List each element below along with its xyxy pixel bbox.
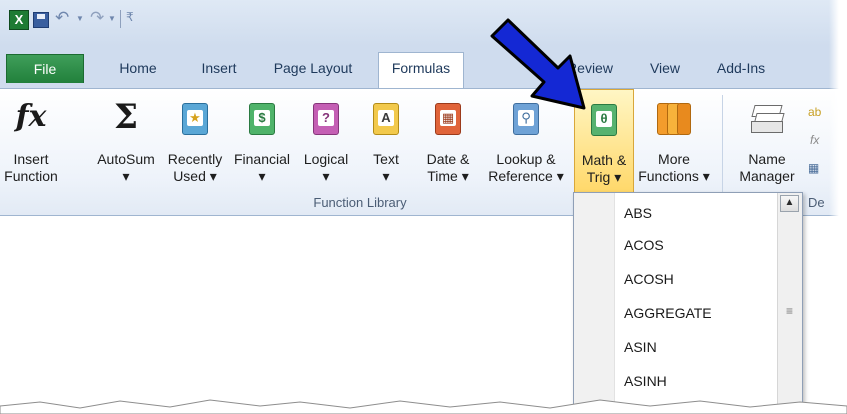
lookup-reference-label-2: Reference ▾ <box>488 168 564 184</box>
insert-function-label-1: Insert <box>13 151 49 167</box>
autosum-button[interactable]: Σ AutoSum ▾ <box>92 89 160 193</box>
text-label-2: ▾ <box>382 168 390 184</box>
tab-insert[interactable]: Insert <box>188 56 250 80</box>
more-functions-books-icon <box>657 103 691 135</box>
tab-add-ins[interactable]: Add-Ins <box>706 56 776 80</box>
autosum-label-2: ▾ <box>122 168 130 184</box>
create-from-selection-icon[interactable]: ▦ <box>808 161 819 175</box>
ribbon-tabs: File Home Insert Page Layout Formulas Re… <box>0 46 847 89</box>
autosum-label-1: AutoSum <box>97 151 155 167</box>
redo-icon[interactable]: ↷ <box>90 8 104 27</box>
excel-app-icon[interactable]: X <box>9 10 29 30</box>
recently-used-label-1: Recently <box>167 151 223 167</box>
lookup-reference-label-1: Lookup & <box>496 151 556 167</box>
function-item-acosh[interactable]: ACOSH <box>624 269 674 289</box>
insert-function-button[interactable]: fx Insert Function <box>0 89 62 193</box>
financial-label-1: Financial <box>233 151 291 167</box>
scroll-grip-icon[interactable]: ≡ <box>780 293 799 329</box>
sigma-icon: Σ <box>113 97 139 137</box>
dropdown-icon-gutter <box>574 193 615 414</box>
date-time-book-icon: ▦ <box>435 103 461 135</box>
save-icon[interactable] <box>33 12 49 28</box>
financial-book-icon: $ <box>249 103 275 135</box>
use-in-formula-icon[interactable]: fx <box>810 133 819 147</box>
torn-edge-bottom <box>0 399 847 414</box>
qat-separator <box>120 10 121 28</box>
function-item-aggregate[interactable]: AGGREGATE <box>624 303 712 323</box>
financial-button[interactable]: $ Financial ▾ <box>228 89 296 193</box>
tab-page-layout[interactable]: Page Layout <box>264 56 362 80</box>
fx-icon: fx <box>15 99 47 134</box>
logical-label-2: ▾ <box>322 168 330 184</box>
math-trig-dropdown: ABS ACOS ACOSH AGGREGATE ASIN ASINH ▲ ≡ <box>573 192 803 414</box>
more-functions-label-1: More <box>658 151 690 167</box>
recently-used-button[interactable]: ★ Recently Used ▾ <box>162 89 228 193</box>
more-functions-button[interactable]: More Functions ▾ <box>636 89 712 193</box>
financial-label-2: ▾ <box>258 168 266 184</box>
name-manager-label-1: Name <box>748 151 786 167</box>
name-manager-label-2: Manager <box>739 168 795 184</box>
function-item-acos[interactable]: ACOS <box>624 235 664 255</box>
tab-file[interactable]: File <box>6 54 84 83</box>
ribbon-separator <box>722 95 723 207</box>
recently-used-book-icon: ★ <box>182 103 208 135</box>
function-item-asinh[interactable]: ASINH <box>624 371 667 391</box>
dropdown-scrollbar[interactable]: ▲ ≡ <box>777 193 802 414</box>
tab-home[interactable]: Home <box>108 56 168 80</box>
math-trig-label-2: Trig ▾ <box>586 169 622 185</box>
callout-arrow <box>490 18 586 110</box>
name-manager-button[interactable]: Name Manager <box>732 89 802 193</box>
text-label-1: Text <box>373 151 399 167</box>
undo-dropdown-icon[interactable]: ▼ <box>76 14 84 30</box>
excel-window: X ↶ ▼ ↷ ▼ ₹ File Home Insert Page Layout… <box>0 0 847 414</box>
date-time-label-2: Time ▾ <box>427 168 469 184</box>
more-functions-label-2: Functions ▾ <box>638 168 710 184</box>
torn-edge-right <box>829 0 847 414</box>
tab-view[interactable]: View <box>640 56 690 80</box>
function-item-abs[interactable]: ABS <box>624 203 652 223</box>
quick-access-toolbar: X ↶ ▼ ↷ ▼ ₹ <box>0 0 847 46</box>
text-button[interactable]: A Text ▾ <box>360 89 412 193</box>
scroll-up-arrow-icon[interactable]: ▲ <box>780 195 799 212</box>
redo-dropdown-icon[interactable]: ▼ <box>108 14 116 30</box>
tab-formulas[interactable]: Formulas <box>378 52 464 89</box>
math-trig-label-1: Math & <box>581 152 627 168</box>
text-book-icon: A <box>373 103 399 135</box>
logical-button[interactable]: ? Logical ▾ <box>296 89 356 193</box>
insert-function-label-2: Function <box>4 168 58 184</box>
recently-used-label-2: Used ▾ <box>173 168 217 184</box>
undo-icon[interactable]: ↶ <box>55 8 69 27</box>
customize-qat-icon[interactable]: ₹ <box>126 10 134 26</box>
function-item-asin[interactable]: ASIN <box>624 337 657 357</box>
date-time-label-1: Date & <box>426 151 470 167</box>
name-manager-icon <box>751 103 785 133</box>
logical-book-icon: ? <box>313 103 339 135</box>
define-name-icon[interactable]: ab <box>808 105 821 119</box>
logical-label-1: Logical <box>303 151 349 167</box>
date-time-button[interactable]: ▦ Date & Time ▾ <box>418 89 478 193</box>
